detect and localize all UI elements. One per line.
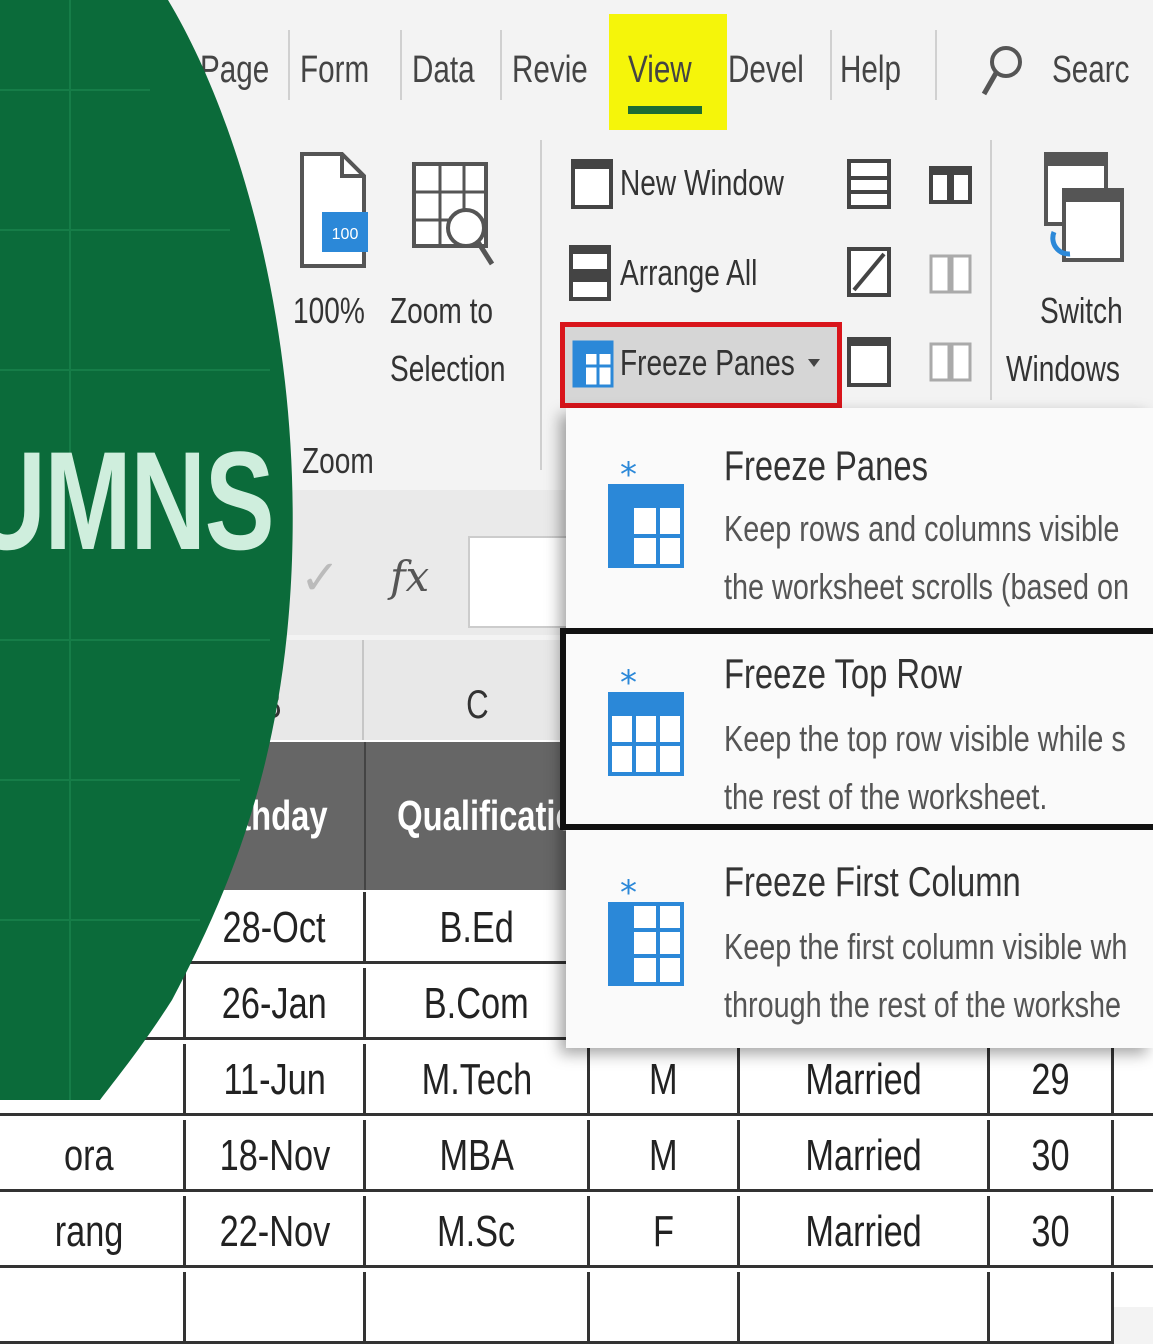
cell-age[interactable]: 29 (990, 1044, 1114, 1116)
menu-item-description: Keep the first column visible wh (724, 926, 1128, 967)
cell-gender[interactable]: F (590, 1196, 740, 1268)
cell-empty[interactable] (1114, 1044, 1153, 1116)
hide-window-icon[interactable] (846, 246, 892, 298)
zoom-100-button[interactable]: 100% (293, 290, 365, 332)
cell-qualification[interactable]: B.Com (366, 968, 590, 1040)
overlay-title-text: UMNS (0, 422, 275, 579)
zoom-to-selection-button[interactable]: Zoom to (390, 290, 493, 332)
synchronous-scrolling-icon[interactable] (928, 248, 974, 300)
cell-age[interactable] (990, 1272, 1114, 1344)
freeze-panes-label: Freeze Panes (620, 342, 795, 383)
cell-gender[interactable]: M (590, 1120, 740, 1192)
cell-age[interactable]: 30 (990, 1196, 1114, 1268)
insert-function-icon[interactable]: fx (390, 552, 429, 601)
zoom-to-selection-label-line2: Selection (390, 348, 506, 389)
switch-windows-icon[interactable] (1040, 150, 1126, 270)
tab-separator (400, 30, 402, 100)
switch-windows-label-line2: Windows (1006, 348, 1120, 389)
svg-text:100: 100 (332, 226, 359, 243)
zoom-group-label: Zoom (302, 440, 374, 481)
cell-empty[interactable] (1114, 1196, 1153, 1268)
cell-qualification[interactable]: B.Ed (366, 892, 590, 964)
cell-qualification[interactable]: M.Tech (366, 1044, 590, 1116)
cell-empty[interactable] (1114, 1120, 1153, 1192)
search-box[interactable]: Searc (1052, 40, 1129, 100)
freeze-panes-small-icon (572, 340, 614, 388)
tab-view[interactable]: View (628, 40, 692, 100)
zoom-to-selection-icon[interactable] (410, 160, 496, 270)
tab-formulas[interactable]: Form (300, 40, 369, 100)
search-icon[interactable] (980, 44, 1024, 100)
switch-windows-button[interactable]: Switch (1040, 290, 1123, 332)
view-side-by-side-icon[interactable] (928, 160, 974, 208)
unhide-window-icon[interactable] (846, 336, 892, 388)
tab-view-active-indicator (628, 106, 702, 114)
cell-marital-status[interactable]: Married (740, 1120, 990, 1192)
new-window-icon (571, 159, 613, 209)
menu-item-description: the worksheet scrolls (based on (724, 566, 1129, 607)
menu-item-description: through the rest of the workshe (724, 984, 1122, 1025)
chevron-down-icon (808, 359, 820, 367)
cell-qualification[interactable]: M.Sc (366, 1196, 590, 1268)
menu-item-title: Freeze Panes (724, 442, 928, 489)
header-cell-qualification[interactable]: Qualificatio (364, 742, 590, 890)
menu-item-freeze-panes[interactable]: * Freeze Panes Keep rows and columns vis… (566, 428, 1153, 628)
split-icon[interactable] (846, 158, 892, 210)
column-header-c[interactable]: C (364, 640, 592, 740)
cell-marital-status[interactable]: Married (740, 1196, 990, 1268)
cell-gender[interactable] (590, 1272, 740, 1344)
cell-marital-status[interactable] (740, 1272, 990, 1344)
enter-checkmark-icon[interactable]: ✓ (300, 550, 340, 606)
tab-developer[interactable]: Devel (728, 40, 804, 100)
cell-marital-status[interactable]: Married (740, 1044, 990, 1116)
cell-age[interactable]: 30 (990, 1120, 1114, 1192)
arrange-all-button[interactable]: Arrange All (620, 252, 757, 294)
reset-window-position-icon[interactable] (928, 336, 974, 388)
arrange-all-icon (569, 245, 611, 301)
zoom-100-icon[interactable]: 100 (298, 150, 372, 270)
menu-item-title: Freeze First Column (724, 858, 1021, 905)
tab-separator (500, 30, 502, 100)
tab-help[interactable]: Help (840, 40, 901, 100)
freeze-top-row-highlight-box (560, 628, 1153, 830)
cell-qualification[interactable]: MBA (366, 1120, 590, 1192)
tab-separator (830, 30, 832, 100)
decorative-green-shape (0, 0, 293, 1100)
menu-item-freeze-first-column[interactable]: * Freeze First Column Keep the first col… (566, 844, 1153, 1044)
group-separator (990, 140, 992, 400)
cell-gender[interactable]: M (590, 1044, 740, 1116)
tab-separator (935, 30, 937, 100)
new-window-button[interactable]: New Window (620, 162, 784, 204)
freeze-panes-icon: * (608, 456, 684, 568)
formula-input[interactable] (468, 536, 570, 628)
menu-item-description: Keep rows and columns visible (724, 508, 1120, 549)
group-separator (540, 140, 542, 470)
tab-review[interactable]: Revie (512, 40, 588, 100)
freeze-first-column-icon: * (608, 874, 684, 986)
cell-qualification[interactable] (366, 1272, 590, 1344)
tab-data[interactable]: Data (412, 40, 475, 100)
